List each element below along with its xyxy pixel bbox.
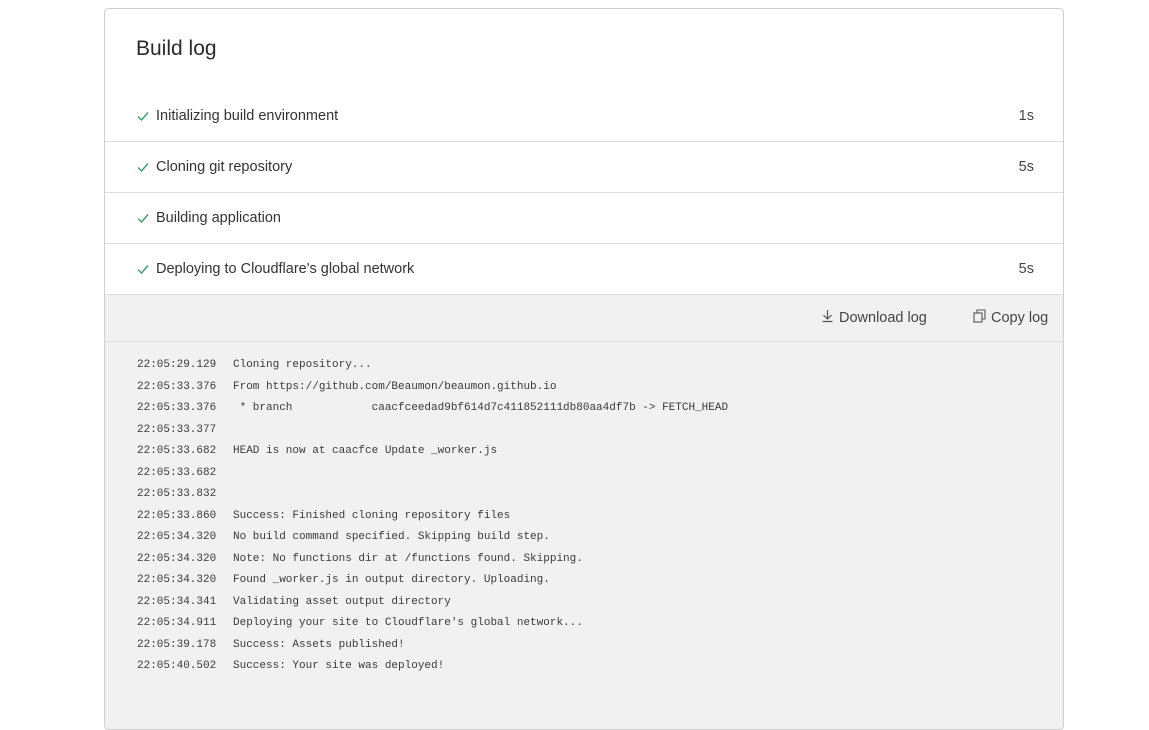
log-line: 22:05:34.320 Note: No functions dir at /f… [137, 553, 583, 573]
log-timestamp: 22:05:33.682 [137, 445, 217, 457]
log-line: 22:05:34.341 Validating asset output dire… [137, 596, 451, 616]
log-timestamp: 22:05:34.320 [137, 531, 217, 543]
log-message: * branch caacfceedad9bf614d7c411852111db… [233, 402, 729, 414]
log-line: 22:05:33.377 [137, 424, 233, 444]
build-step[interactable]: Cloning git repository 5s [105, 142, 1063, 193]
log-message: Validating asset output directory [233, 595, 451, 608]
log-timestamp: 22:05:34.320 [137, 574, 217, 586]
log-message: Success: Finished cloning repository fil… [233, 509, 511, 522]
build-step[interactable]: Initializing build environment 1s [105, 91, 1063, 142]
log-line: 22:05:33.682 HEAD is now at caacfce Updat… [137, 445, 497, 465]
log-message: Success: Assets published! [233, 638, 405, 651]
log-timestamp: 22:05:33.376 [137, 380, 217, 393]
log-message: No build command specified. Skipping bui… [233, 531, 550, 543]
build-step[interactable]: Deploying to Cloudflare's global network… [105, 244, 1063, 295]
check-icon [136, 160, 150, 174]
step-label: Deploying to Cloudflare's global network [156, 261, 415, 277]
log-line: 22:05:34.911 Deploying your site to Cloud… [137, 617, 583, 637]
step-duration: 5s [1018, 159, 1034, 175]
copy-log-label: Copy log [991, 310, 1049, 326]
check-icon [136, 211, 150, 225]
copy-icon [973, 309, 991, 327]
log-line: 22:05:33.376 * branch caacfceedad9bf614d… [137, 402, 728, 422]
download-log-button[interactable]: Download log [821, 309, 927, 327]
log-timestamp: 22:05:33.376 [137, 402, 217, 414]
log-message: Cloning repository... [233, 359, 372, 371]
log-line: 22:05:33.832 [137, 488, 233, 508]
log-line: 22:05:34.320 No build command specified. … [137, 531, 550, 551]
download-icon [821, 309, 839, 327]
log-timestamp: 22:05:33.860 [137, 509, 217, 522]
step-duration: 1s [1018, 108, 1034, 124]
log-line: 22:05:33.376 From https://github.com/Beau… [137, 381, 556, 401]
log-timestamp: 22:05:33.832 [137, 488, 217, 500]
log-timestamp: 22:05:33.682 [137, 466, 217, 479]
log-timestamp: 22:05:29.129 [137, 359, 217, 371]
build-step[interactable]: Building application [105, 193, 1063, 244]
log-message: Found _worker.js in output directory. Up… [233, 574, 550, 586]
step-label: Initializing build environment [156, 108, 339, 124]
log-timestamp: 22:05:34.341 [137, 595, 217, 608]
log-message: Note: No functions dir at /functions fou… [233, 552, 583, 565]
build-log-card: Build log Initializing build environment… [104, 8, 1064, 730]
log-message: From https://github.com/Beaumon/beaumon.… [233, 380, 557, 393]
log-message: Success: Your site was deployed! [233, 660, 445, 672]
log-timestamp: 22:05:34.911 [137, 617, 217, 629]
copy-log-button[interactable]: Copy log [973, 309, 1048, 327]
log-line: 22:05:40.502 Success: Your site was deplo… [137, 660, 444, 680]
log-message: HEAD is now at caacfce Update _worker.js [233, 445, 498, 457]
page-title: Build log [136, 37, 217, 60]
check-icon [136, 109, 150, 123]
log-line: 22:05:34.320 Found _worker.js in output d… [137, 574, 550, 594]
check-icon [136, 262, 150, 276]
log-toolbar: Download log Copy log [105, 295, 1063, 342]
log-output[interactable]: 22:05:29.129 Cloning repository... 22:05:… [105, 342, 1063, 729]
step-label: Cloning git repository [156, 159, 293, 175]
log-timestamp: 22:05:39.178 [137, 638, 217, 651]
log-line: 22:05:33.682 [137, 467, 233, 487]
log-timestamp: 22:05:34.320 [137, 552, 217, 565]
log-timestamp: 22:05:40.502 [137, 660, 217, 672]
download-log-label: Download log [839, 310, 927, 326]
log-timestamp: 22:05:33.377 [137, 423, 217, 436]
log-line: 22:05:33.860 Success: Finished cloning re… [137, 510, 510, 530]
build-steps-list: Initializing build environment 1s Clonin… [105, 91, 1063, 295]
step-duration: 5s [1018, 261, 1034, 277]
log-message: Deploying your site to Cloudflare's glob… [233, 617, 583, 629]
log-line: 22:05:39.178 Success: Assets published! [137, 639, 405, 659]
step-label: Building application [156, 210, 281, 226]
log-line: 22:05:29.129 Cloning repository... [137, 359, 372, 379]
